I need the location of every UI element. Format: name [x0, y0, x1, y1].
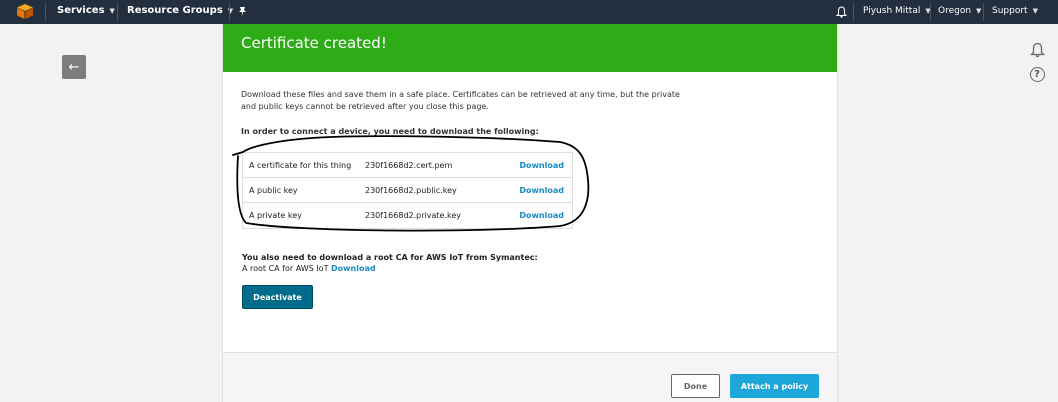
intro-line: Download these files and save them in a …: [241, 90, 680, 99]
support-menu[interactable]: Support ▼: [992, 6, 1038, 16]
nav-divider: [853, 3, 854, 21]
services-menu[interactable]: Services ▼: [57, 5, 115, 16]
file-name: 230f1668d2.cert.pem: [365, 160, 453, 170]
root-ca-label: A root CA for AWS IoT: [242, 264, 329, 273]
help-icon[interactable]: ?: [1028, 65, 1046, 83]
nav-divider: [930, 3, 931, 21]
nav-divider: [45, 3, 46, 21]
resource-groups-label: Resource Groups: [127, 5, 223, 16]
services-label: Services: [57, 5, 105, 16]
intro-text: Download these files and save them in a …: [241, 89, 681, 113]
notifications-icon[interactable]: [1028, 41, 1046, 59]
table-row: A public key 230f1668d2.public.key Downl…: [243, 178, 572, 203]
root-ca-heading: You also need to download a root CA for …: [242, 253, 538, 262]
nav-divider: [983, 3, 984, 21]
page-title: Certificate created!: [241, 34, 387, 52]
card-header: Certificate created!: [223, 24, 837, 72]
card-footer: Done Attach a policy: [223, 352, 837, 402]
file-name: 230f1668d2.private.key: [365, 211, 461, 220]
top-nav: Services ▼ Resource Groups ▼ Piyush Mitt…: [0, 0, 1058, 24]
bell-icon[interactable]: [836, 6, 847, 18]
user-menu[interactable]: Piyush Mittal ▼: [863, 6, 931, 16]
download-root-ca-link[interactable]: Download: [331, 264, 376, 273]
user-name: Piyush Mittal: [863, 6, 921, 16]
required-downloads-heading: In order to connect a device, you need t…: [241, 127, 539, 136]
certificate-card: Certificate created! Download these file…: [222, 24, 838, 402]
download-public-key-link[interactable]: Download: [519, 186, 564, 195]
nav-divider: [229, 3, 230, 21]
aws-cube-logo-icon[interactable]: [17, 4, 33, 19]
download-private-key-link[interactable]: Download: [519, 211, 564, 220]
intro-line: and public keys cannot be retrieved afte…: [241, 102, 489, 111]
resource-groups-menu[interactable]: Resource Groups ▼: [127, 5, 233, 16]
chevron-down-icon: ▼: [976, 7, 982, 15]
table-row: A private key 230f1668d2.private.key Dow…: [243, 203, 572, 228]
done-button[interactable]: Done: [671, 374, 720, 398]
support-label: Support: [992, 6, 1028, 16]
root-ca-section: You also need to download a root CA for …: [242, 253, 538, 273]
file-name: 230f1668d2.public.key: [365, 185, 457, 195]
region-menu[interactable]: Oregon ▼: [938, 6, 981, 16]
nav-divider: [117, 3, 118, 21]
root-ca-line: A root CA for AWS IoT Download: [242, 264, 538, 273]
chevron-down-icon: ▼: [1032, 7, 1038, 15]
deactivate-button[interactable]: Deactivate: [242, 285, 313, 309]
attach-policy-button[interactable]: Attach a policy: [730, 374, 819, 398]
pin-icon[interactable]: [237, 6, 248, 17]
file-label: A public key: [249, 185, 298, 195]
file-label: A private key: [249, 211, 302, 220]
download-certificate-link[interactable]: Download: [519, 161, 564, 170]
region-label: Oregon: [938, 6, 972, 16]
table-row: A certificate for this thing 230f1668d2.…: [243, 153, 572, 178]
back-button[interactable]: ←: [62, 55, 86, 79]
card-body: Download these files and save them in a …: [223, 72, 837, 136]
chevron-down-icon: ▼: [109, 6, 115, 15]
help-circle-icon: ?: [1029, 66, 1045, 82]
file-label: A certificate for this thing: [249, 160, 352, 170]
files-table: A certificate for this thing 230f1668d2.…: [242, 152, 573, 229]
arrow-left-icon: ←: [68, 59, 80, 75]
